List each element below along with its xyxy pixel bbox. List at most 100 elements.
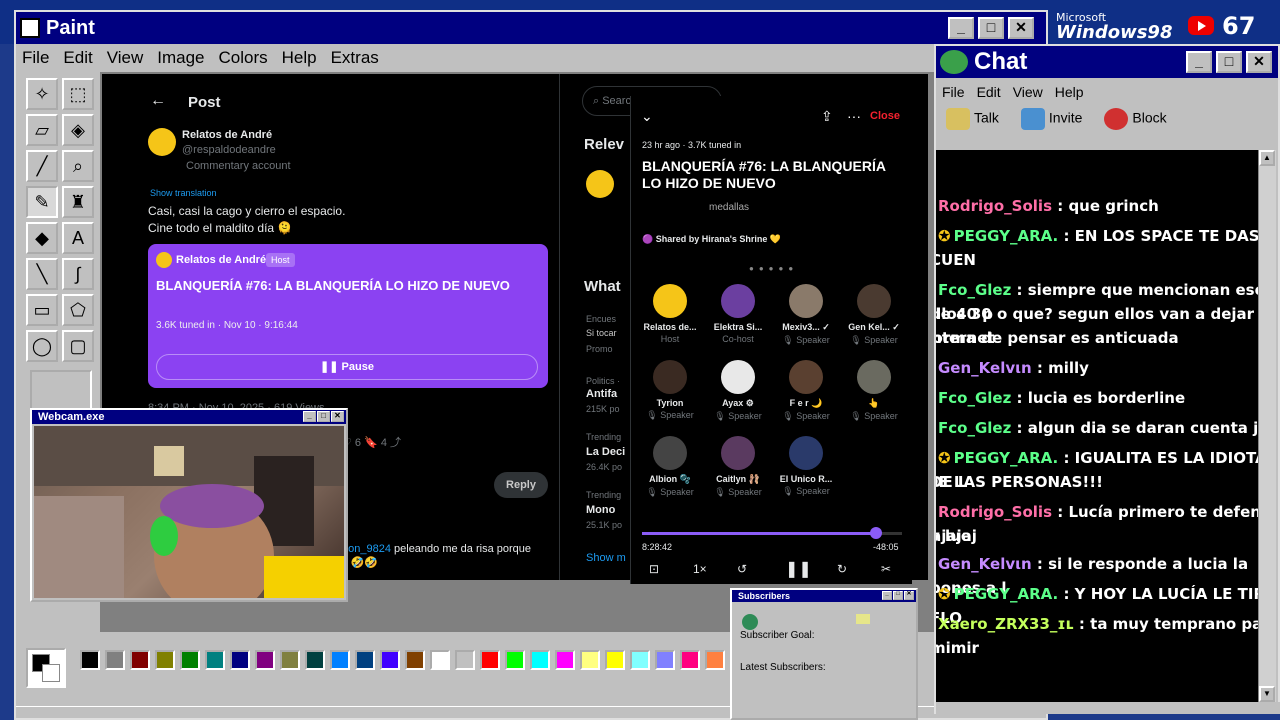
curve-icon[interactable]: ∫ <box>62 258 94 290</box>
menu-extras[interactable]: Extras <box>331 48 379 68</box>
chat-titlebar[interactable]: Chat _ □ ✕ <box>936 46 1278 78</box>
space-participant[interactable]: Relatos de... Host <box>637 284 703 344</box>
space-participant[interactable]: Tyrion 🎙 Speaker <box>637 360 703 421</box>
chat-log[interactable]: Rodrigo_Solis : que grinch ✪ PEGGY_ARA. : … <box>936 150 1258 702</box>
collapse-chevron-icon[interactable]: ⌄ <box>641 108 653 125</box>
chat-username[interactable]: PEGGY_ARA. <box>954 585 1059 603</box>
chat-username[interactable]: Fco_Glez <box>938 419 1011 437</box>
palette-swatch[interactable] <box>80 650 100 670</box>
menu-help[interactable]: Help <box>282 48 317 68</box>
rewind-icon[interactable]: ↺ <box>737 562 747 576</box>
polygon-icon[interactable]: ⬠ <box>62 294 94 326</box>
trend-title[interactable]: Mono <box>586 504 615 516</box>
minimize-button[interactable]: _ <box>882 591 892 600</box>
palette-swatch[interactable] <box>555 650 575 670</box>
pencil-icon[interactable]: ✎ <box>26 186 58 218</box>
pause-button[interactable]: ❚❚ Pause <box>156 354 538 380</box>
webcam-titlebar[interactable]: Webcam.exe _ □ ✕ <box>32 410 346 424</box>
palette-swatch[interactable] <box>430 650 450 670</box>
text-tool-icon[interactable]: A <box>62 222 94 254</box>
speed-button[interactable]: 1× <box>693 562 707 576</box>
close-button[interactable]: ✕ <box>1008 17 1034 39</box>
space-participant[interactable]: Caitlyn 🩰 🎙 Speaker <box>705 436 771 498</box>
palette-swatch[interactable] <box>580 650 600 670</box>
palette-swatch[interactable] <box>505 650 525 670</box>
minimize-button[interactable]: _ <box>948 17 974 39</box>
minimize-button[interactable]: _ <box>303 411 316 422</box>
maximize-button[interactable]: □ <box>893 591 903 600</box>
menu-file[interactable]: File <box>22 48 49 68</box>
chat-username[interactable]: Gen_Kelvιn <box>938 555 1032 573</box>
reply-button[interactable]: Reply <box>494 472 548 498</box>
invite-button[interactable]: Invite <box>1020 108 1082 130</box>
palette-swatch[interactable] <box>305 650 325 670</box>
chat-menu-help[interactable]: Help <box>1055 84 1084 100</box>
trend-title[interactable]: La Deci <box>586 446 625 458</box>
chat-username[interactable]: PEGGY_ARA. <box>954 449 1059 467</box>
carousel-dots[interactable]: ●●●●● <box>749 264 798 273</box>
palette-swatch[interactable] <box>205 650 225 670</box>
rectangle-icon[interactable]: ▭ <box>26 294 58 326</box>
magnifier-icon[interactable]: ⌕ <box>62 150 94 182</box>
palette-swatch[interactable] <box>705 650 725 670</box>
chat-username[interactable]: PEGGY_ARA. <box>954 227 1059 245</box>
maximize-button[interactable]: □ <box>1216 51 1242 73</box>
menu-edit[interactable]: Edit <box>63 48 92 68</box>
scroll-down-icon[interactable]: ▼ <box>1259 686 1275 702</box>
rect-select-icon[interactable]: ⬚ <box>62 78 94 110</box>
palette-swatch[interactable] <box>480 650 500 670</box>
eraser-icon[interactable]: ▱ <box>26 114 58 146</box>
line-icon[interactable]: ╲ <box>26 258 58 290</box>
palette-swatch[interactable] <box>455 650 475 670</box>
forward-icon[interactable]: ↻ <box>837 562 847 576</box>
rounded-rect-icon[interactable]: ▢ <box>62 330 94 362</box>
palette-swatch[interactable] <box>405 650 425 670</box>
palette-swatch[interactable] <box>155 650 175 670</box>
trend-title[interactable]: Si tocar <box>586 328 617 338</box>
palette-swatch[interactable] <box>680 650 700 670</box>
menu-image[interactable]: Image <box>157 48 204 68</box>
chat-menu-file[interactable]: File <box>942 84 965 100</box>
chat-username[interactable]: Rodrigo_Solis <box>938 197 1052 215</box>
talk-button[interactable]: Talk <box>946 108 999 130</box>
clip-icon[interactable]: ✂ <box>881 562 891 576</box>
palette-swatch[interactable] <box>230 650 250 670</box>
post-actions[interactable]: ♡ 6 🔖 4 ⤴ <box>342 434 401 450</box>
menu-view[interactable]: View <box>107 48 144 68</box>
airbrush-icon[interactable]: ◆ <box>26 222 58 254</box>
back-arrow-icon[interactable]: ← <box>150 92 166 110</box>
show-translation-link[interactable]: Show translation <box>150 188 217 198</box>
palette-swatch[interactable] <box>255 650 275 670</box>
palette-swatch[interactable] <box>330 650 350 670</box>
more-icon[interactable]: ··· <box>847 108 861 124</box>
block-button[interactable]: Block <box>1104 108 1167 130</box>
current-colors[interactable] <box>26 648 66 688</box>
close-button[interactable]: ✕ <box>331 411 344 422</box>
minimize-button[interactable]: _ <box>1186 51 1212 73</box>
share-icon[interactable]: ⇪ <box>821 108 833 125</box>
chat-username[interactable]: Fco_Glez <box>938 281 1011 299</box>
palette-swatch[interactable] <box>530 650 550 670</box>
palette-swatch[interactable] <box>355 650 375 670</box>
chat-username[interactable]: Gen_Kelvιn <box>938 359 1032 377</box>
chat-menu-view[interactable]: View <box>1013 84 1043 100</box>
palette-swatch[interactable] <box>630 650 650 670</box>
palette-swatch[interactable] <box>105 650 125 670</box>
space-card[interactable]: Relatos de André Host BLANQUERÍA #76: LA… <box>148 244 548 388</box>
menu-colors[interactable]: Colors <box>219 48 268 68</box>
palette-swatch[interactable] <box>180 650 200 670</box>
close-button[interactable]: ✕ <box>904 591 914 600</box>
space-participant[interactable]: Gen Kel... ✓ 🎙 Speaker <box>841 284 907 346</box>
playback-progress[interactable] <box>642 527 902 539</box>
trend-title[interactable]: Antifa <box>586 388 617 400</box>
maximize-button[interactable]: □ <box>317 411 330 422</box>
space-participant[interactable]: Mexiv3... ✓ 🎙 Speaker <box>773 284 839 346</box>
space-participant[interactable]: El Unico R... 🎙 Speaker <box>773 436 839 497</box>
space-participant[interactable]: Elektra Si... Co-host <box>705 284 771 344</box>
chat-scrollbar[interactable]: ▲ ▼ <box>1258 150 1276 702</box>
palette-swatch[interactable] <box>130 650 150 670</box>
reply-mention[interactable]: bon_9824 <box>342 543 391 555</box>
close-space-button[interactable]: Close <box>870 110 900 122</box>
brush-icon[interactable]: ♜ <box>62 186 94 218</box>
palette-swatch[interactable] <box>605 650 625 670</box>
